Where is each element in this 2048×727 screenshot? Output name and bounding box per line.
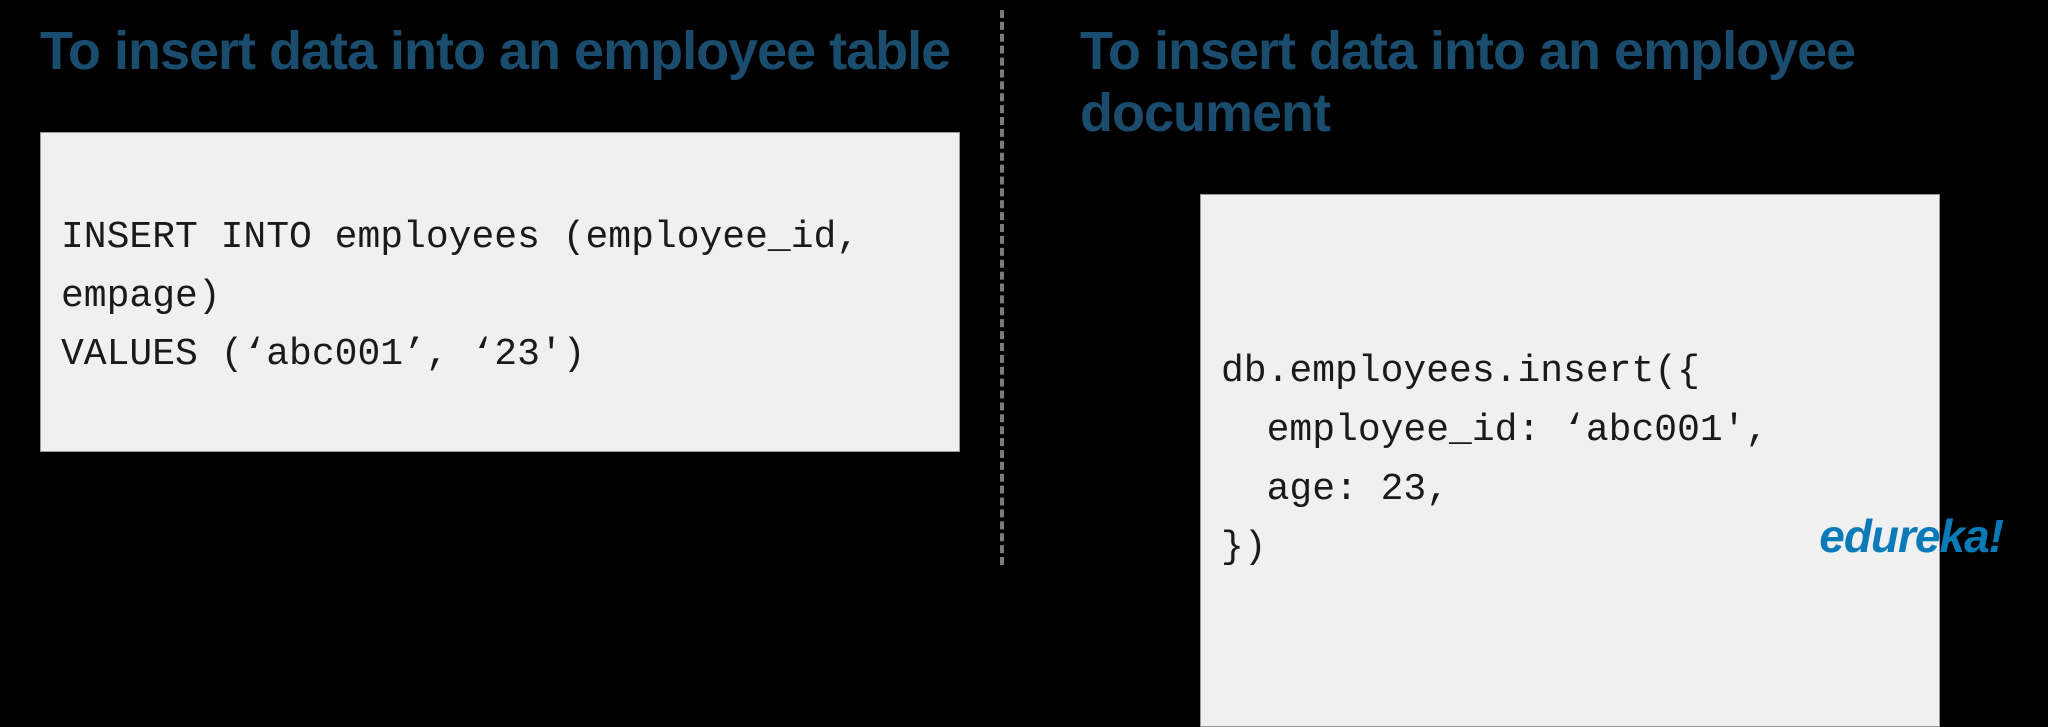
comparison-container: To insert data into an employee table IN… [0,0,2048,578]
sql-code-box: INSERT INTO employees (employee_id, empa… [40,132,960,452]
left-panel: To insert data into an employee table IN… [40,20,1000,558]
mongo-code-box: db.employees.insert({ employee_id: ‘abc0… [1200,194,1940,727]
right-heading: To insert data into an employee document [1080,20,2008,144]
edureka-logo: edureka! [1819,509,2003,563]
vertical-divider [1000,10,1004,565]
left-heading: To insert data into an employee table [40,20,960,82]
right-panel: To insert data into an employee document… [1000,20,2008,558]
mongo-code-text: db.employees.insert({ employee_id: ‘abc0… [1221,343,1919,579]
sql-code-text: INSERT INTO employees (employee_id, empa… [61,209,939,386]
